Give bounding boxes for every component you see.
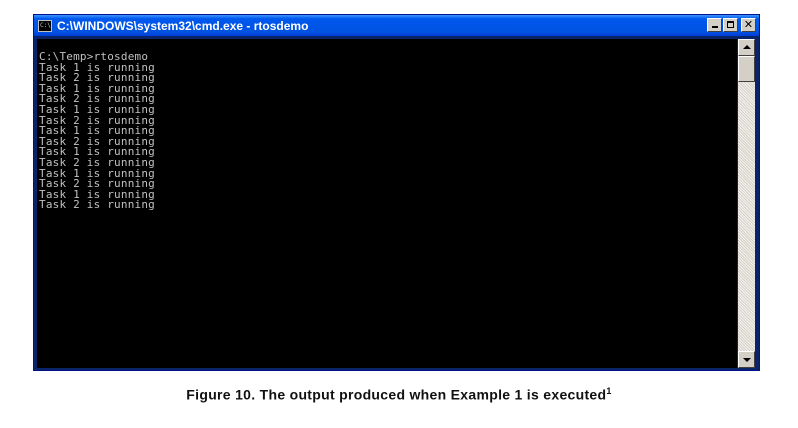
arrow-down-icon bbox=[743, 358, 751, 362]
minimize-icon bbox=[712, 26, 718, 28]
scroll-up-button[interactable] bbox=[738, 39, 755, 56]
maximize-button[interactable] bbox=[723, 18, 738, 32]
arrow-up-icon bbox=[743, 45, 751, 49]
window-title: C:\WINDOWS\system32\cmd.exe - rtosdemo bbox=[57, 18, 309, 33]
close-icon: ✕ bbox=[743, 18, 754, 31]
cmd-console-icon[interactable]: C:\ bbox=[38, 19, 52, 32]
scroll-thumb[interactable] bbox=[738, 56, 755, 82]
window-controls: ✕ bbox=[706, 18, 756, 32]
close-button[interactable]: ✕ bbox=[741, 18, 756, 32]
console-output[interactable]: C:\Temp>rtosdemo Task 1 is running Task … bbox=[37, 39, 737, 368]
scroll-down-button[interactable] bbox=[738, 351, 755, 368]
console-lines: C:\Temp>rtosdemo Task 1 is running Task … bbox=[37, 39, 737, 211]
cmd-window: C:\ C:\WINDOWS\system32\cmd.exe - rtosde… bbox=[33, 14, 760, 371]
maximize-icon bbox=[727, 21, 734, 28]
caption-footnote: 1 bbox=[606, 386, 612, 396]
title-bar[interactable]: C:\ C:\WINDOWS\system32\cmd.exe - rtosde… bbox=[34, 15, 759, 36]
minimize-button[interactable] bbox=[707, 18, 722, 32]
caption-text: Figure 10. The output produced when Exam… bbox=[186, 386, 607, 403]
vertical-scrollbar[interactable] bbox=[738, 39, 755, 368]
console-line: Task 2 is running bbox=[39, 198, 155, 212]
figure-caption: Figure 10. The output produced when Exam… bbox=[0, 386, 798, 403]
